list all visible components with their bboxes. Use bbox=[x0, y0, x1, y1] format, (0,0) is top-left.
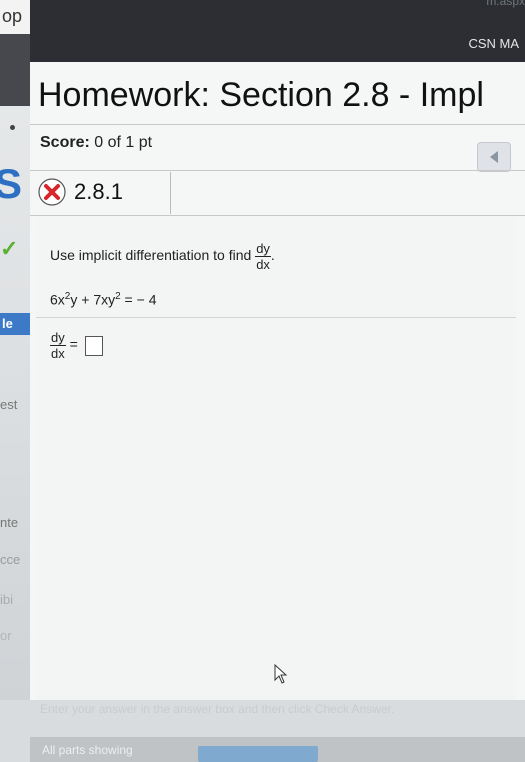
background-label: cce bbox=[0, 552, 21, 567]
previous-question-button[interactable] bbox=[477, 142, 511, 172]
parts-status-bar: All parts showing bbox=[30, 737, 525, 762]
background-tab-label: op bbox=[2, 6, 23, 26]
score-value: 0 of 1 pt bbox=[94, 134, 153, 151]
background-dark-panel bbox=[0, 34, 30, 106]
background-green-icon: ✓ bbox=[0, 236, 19, 261]
question-header: 2.8.1 bbox=[36, 172, 176, 214]
divider bbox=[30, 170, 525, 171]
course-name[interactable]: CSN MA bbox=[468, 36, 519, 51]
answer-row: dy dx = bbox=[50, 330, 103, 361]
question-number: 2.8.1 bbox=[74, 179, 123, 204]
top-header-bar: m.aspx CSN MA bbox=[30, 0, 525, 62]
url-fragment: m.aspx bbox=[486, 0, 525, 8]
derivative-fraction: dy dx bbox=[255, 241, 271, 272]
question-prompt: Use implicit differentiation to find dy … bbox=[50, 241, 275, 272]
fraction-numerator: dy bbox=[255, 241, 271, 257]
bullet-dot bbox=[10, 125, 15, 130]
incorrect-x-icon bbox=[38, 178, 66, 206]
equation-rhs: = − 4 bbox=[120, 291, 157, 308]
score-display: Score: 0 of 1 pt bbox=[40, 134, 152, 152]
background-label: est bbox=[0, 397, 18, 412]
divider bbox=[170, 172, 171, 214]
fraction-denominator: dx bbox=[51, 346, 65, 361]
background-logo-s: S bbox=[0, 160, 23, 207]
equals-sign: = bbox=[69, 336, 78, 353]
homework-panel: Homework: Section 2.8 - Impl Score: 0 of… bbox=[30, 62, 525, 762]
background-window-strip: op S ✓ le est nte cce ibi or bbox=[0, 0, 31, 700]
score-label: Score: bbox=[40, 134, 90, 151]
fraction-numerator: dy bbox=[50, 330, 66, 346]
background-label: nte bbox=[0, 515, 19, 530]
background-blue-tab: le bbox=[0, 313, 30, 335]
mouse-cursor-icon bbox=[274, 664, 288, 684]
background-label: or bbox=[0, 628, 12, 643]
background-label: ibi bbox=[0, 592, 14, 607]
check-answer-button[interactable] bbox=[198, 746, 318, 762]
instruction-text: Enter your answer in the answer box and … bbox=[40, 702, 395, 716]
equation-term: 6x bbox=[50, 291, 65, 308]
answer-derivative-fraction: dy dx bbox=[50, 330, 66, 361]
background-tab: op bbox=[0, 0, 30, 35]
equation-term: y + 7xy bbox=[70, 291, 116, 308]
divider bbox=[30, 215, 525, 216]
divider bbox=[36, 317, 516, 318]
question-content: Use implicit differentiation to find dy … bbox=[36, 217, 516, 700]
page-title: Homework: Section 2.8 - Impl bbox=[38, 76, 484, 114]
chevron-left-icon bbox=[490, 151, 498, 163]
prompt-text: Use implicit differentiation to find bbox=[50, 247, 252, 264]
parts-showing-label: All parts showing bbox=[42, 743, 133, 757]
answer-input[interactable] bbox=[84, 335, 103, 356]
divider bbox=[30, 124, 525, 125]
equation: 6x2y + 7xy2 = − 4 bbox=[50, 291, 156, 308]
fraction-denominator: dx bbox=[256, 257, 270, 272]
